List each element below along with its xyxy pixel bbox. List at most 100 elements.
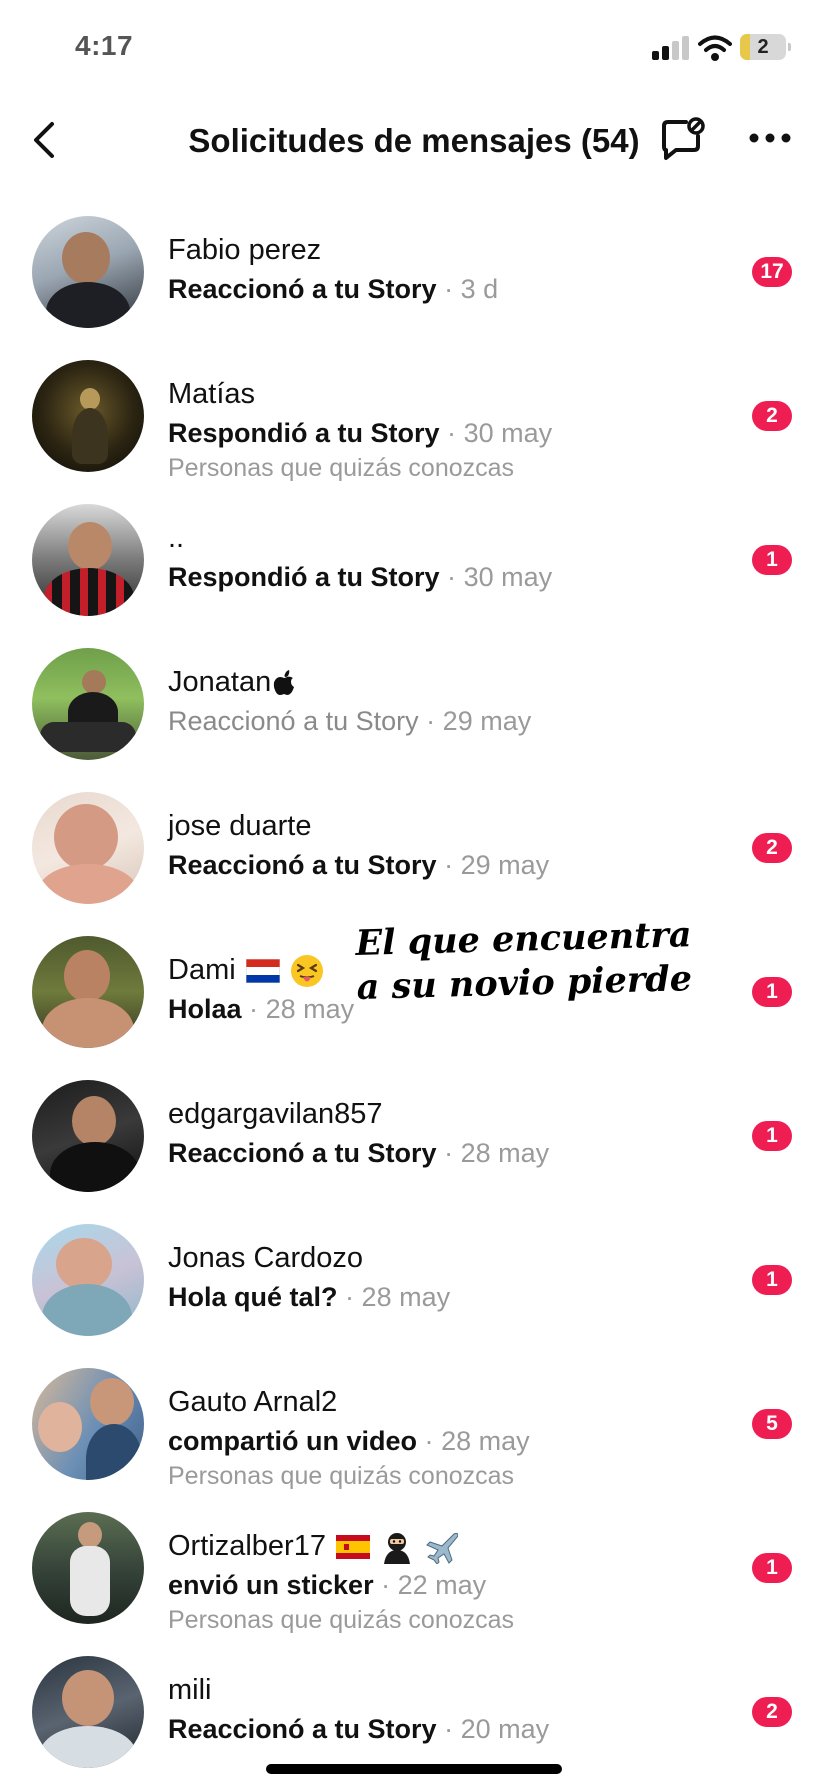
separator: ·	[444, 850, 454, 880]
apple-logo-icon	[274, 670, 295, 696]
request-preview: Respondió a tu Story · 30 may	[168, 562, 552, 593]
preview-message: envió un sticker	[168, 1570, 374, 1600]
request-name-text: Dami	[168, 954, 236, 986]
wifi-icon	[698, 35, 732, 61]
status-bar: 4:17 2	[0, 0, 828, 100]
airplane-emoji-icon	[426, 1533, 459, 1565]
separator: ·	[424, 1426, 434, 1456]
request-preview: Reaccionó a tu Story · 20 may	[168, 1714, 549, 1745]
unread-badge: 1	[752, 1265, 792, 1295]
overlay-caption: El que encuentra a su novio pierde	[355, 913, 693, 1010]
avatar[interactable]	[32, 504, 144, 616]
separator: ·	[345, 1282, 355, 1312]
squinting-tongue-emoji-icon	[290, 955, 323, 988]
unread-badge: 1	[752, 1121, 792, 1151]
request-preview: Respondió a tu Story · 30 may	[168, 418, 552, 449]
request-row[interactable]: .. Respondió a tu Story · 30 may 1	[0, 488, 828, 632]
paraguay-flag-icon	[245, 959, 280, 984]
avatar[interactable]	[32, 1080, 144, 1192]
preview-date: 3 d	[460, 274, 499, 304]
preview-message: Hola qué tal?	[168, 1282, 338, 1312]
request-row[interactable]: Matías Respondió a tu Story · 30 may Per…	[0, 344, 828, 488]
preview-date: 22 may	[397, 1570, 487, 1600]
request-preview: Hola qué tal? · 28 may	[168, 1282, 450, 1313]
preview-message: Reaccionó a tu Story	[168, 706, 419, 736]
avatar[interactable]	[32, 1512, 144, 1624]
request-row[interactable]: edgargavilan857 Reaccionó a tu Story · 2…	[0, 1064, 828, 1208]
preview-date: 28 may	[460, 1138, 550, 1168]
request-name: edgargavilan857	[168, 1098, 383, 1130]
unread-badge: 2	[752, 833, 792, 863]
request-preview: Reaccionó a tu Story · 28 may	[168, 1138, 549, 1169]
request-name: Dami	[168, 954, 324, 988]
preview-date: 28 may	[441, 1426, 530, 1456]
request-name: Jonas Cardozo	[168, 1242, 364, 1274]
separator: ·	[447, 562, 457, 592]
avatar[interactable]	[32, 216, 144, 328]
separator: ·	[381, 1570, 391, 1600]
avatar[interactable]	[32, 792, 144, 904]
overlay-caption-line2: a su novio pierde	[356, 958, 693, 1008]
request-preview: Reaccionó a tu Story · 29 may	[168, 706, 531, 737]
preview-date: 28 may	[265, 994, 355, 1024]
unread-badge: 2	[752, 1697, 792, 1727]
request-name-text: Ortizalber17	[168, 1530, 326, 1562]
request-preview: Reaccionó a tu Story · 3 d	[168, 274, 498, 305]
preview-date: 30 may	[463, 418, 553, 448]
spain-flag-icon	[336, 1535, 371, 1560]
separator: ·	[249, 994, 259, 1024]
request-row[interactable]: mili Reaccionó a tu Story · 20 may 2	[0, 1640, 828, 1784]
header: Solicitudes de mensajes (54)	[0, 100, 828, 180]
preview-message: Reaccionó a tu Story	[168, 1714, 437, 1744]
status-time: 4:17	[75, 30, 134, 61]
request-row[interactable]: jose duarte Reaccionó a tu Story · 29 ma…	[0, 776, 828, 920]
preview-date: 30 may	[463, 562, 553, 592]
separator: ·	[444, 274, 454, 304]
avatar[interactable]	[32, 1224, 144, 1336]
request-preview: compartió un video · 28 may	[168, 1426, 530, 1457]
request-name-text: Jonatan	[168, 666, 272, 698]
separator: ·	[426, 706, 436, 736]
preview-message: Reaccionó a tu Story	[168, 850, 437, 880]
request-preview: envió un sticker · 22 may	[168, 1570, 486, 1601]
unread-badge: 5	[752, 1409, 792, 1439]
separator: ·	[447, 418, 457, 448]
request-name: Gauto Arnal2	[168, 1386, 338, 1418]
request-name: Ortizalber17	[168, 1530, 459, 1565]
preview-message: Reaccionó a tu Story	[168, 1138, 437, 1168]
request-row[interactable]: Fabio perez Reaccionó a tu Story · 3 d 1…	[0, 200, 828, 344]
preview-message: Holaa	[168, 994, 242, 1024]
more-horizontal-icon[interactable]	[748, 130, 792, 146]
request-preview: Reaccionó a tu Story · 29 may	[168, 850, 549, 881]
battery-icon: 2	[740, 34, 791, 60]
avatar[interactable]	[32, 1656, 144, 1768]
preview-date: 20 may	[460, 1714, 550, 1744]
unread-badge: 17	[752, 257, 792, 287]
preview-date: 29 may	[442, 706, 532, 736]
request-suggestion: Personas que quizás conozcas	[168, 454, 515, 482]
message-settings-icon[interactable]	[656, 114, 708, 166]
ninja-emoji-icon	[384, 1533, 411, 1565]
unread-badge: 1	[752, 545, 792, 575]
request-name: Matías	[168, 378, 256, 410]
avatar[interactable]	[32, 360, 144, 472]
request-name: mili	[168, 1674, 212, 1706]
battery-level: 2	[757, 36, 769, 58]
request-suggestion: Personas que quizás conozcas	[168, 1606, 515, 1634]
request-name: ..	[168, 522, 185, 554]
request-row[interactable]: Gauto Arnal2 compartió un video · 28 may…	[0, 1352, 828, 1496]
home-indicator[interactable]	[266, 1764, 562, 1774]
avatar[interactable]	[32, 1368, 144, 1480]
request-name: Jonatan	[168, 666, 295, 699]
avatar[interactable]	[32, 648, 144, 760]
preview-date: 28 may	[361, 1282, 451, 1312]
preview-message: compartió un video	[168, 1426, 418, 1456]
unread-badge: 1	[752, 977, 792, 1007]
separator: ·	[444, 1138, 454, 1168]
separator: ·	[444, 1714, 454, 1744]
request-row[interactable]: Jonatan Reaccionó a tu Story · 29 may	[0, 632, 828, 776]
request-row[interactable]: Jonas Cardozo Hola qué tal? · 28 may 1	[0, 1208, 828, 1352]
request-row[interactable]: Ortizalber17 envió un sticker · 22 may P	[0, 1496, 828, 1640]
preview-date: 29 may	[460, 850, 550, 880]
avatar[interactable]	[32, 936, 144, 1048]
